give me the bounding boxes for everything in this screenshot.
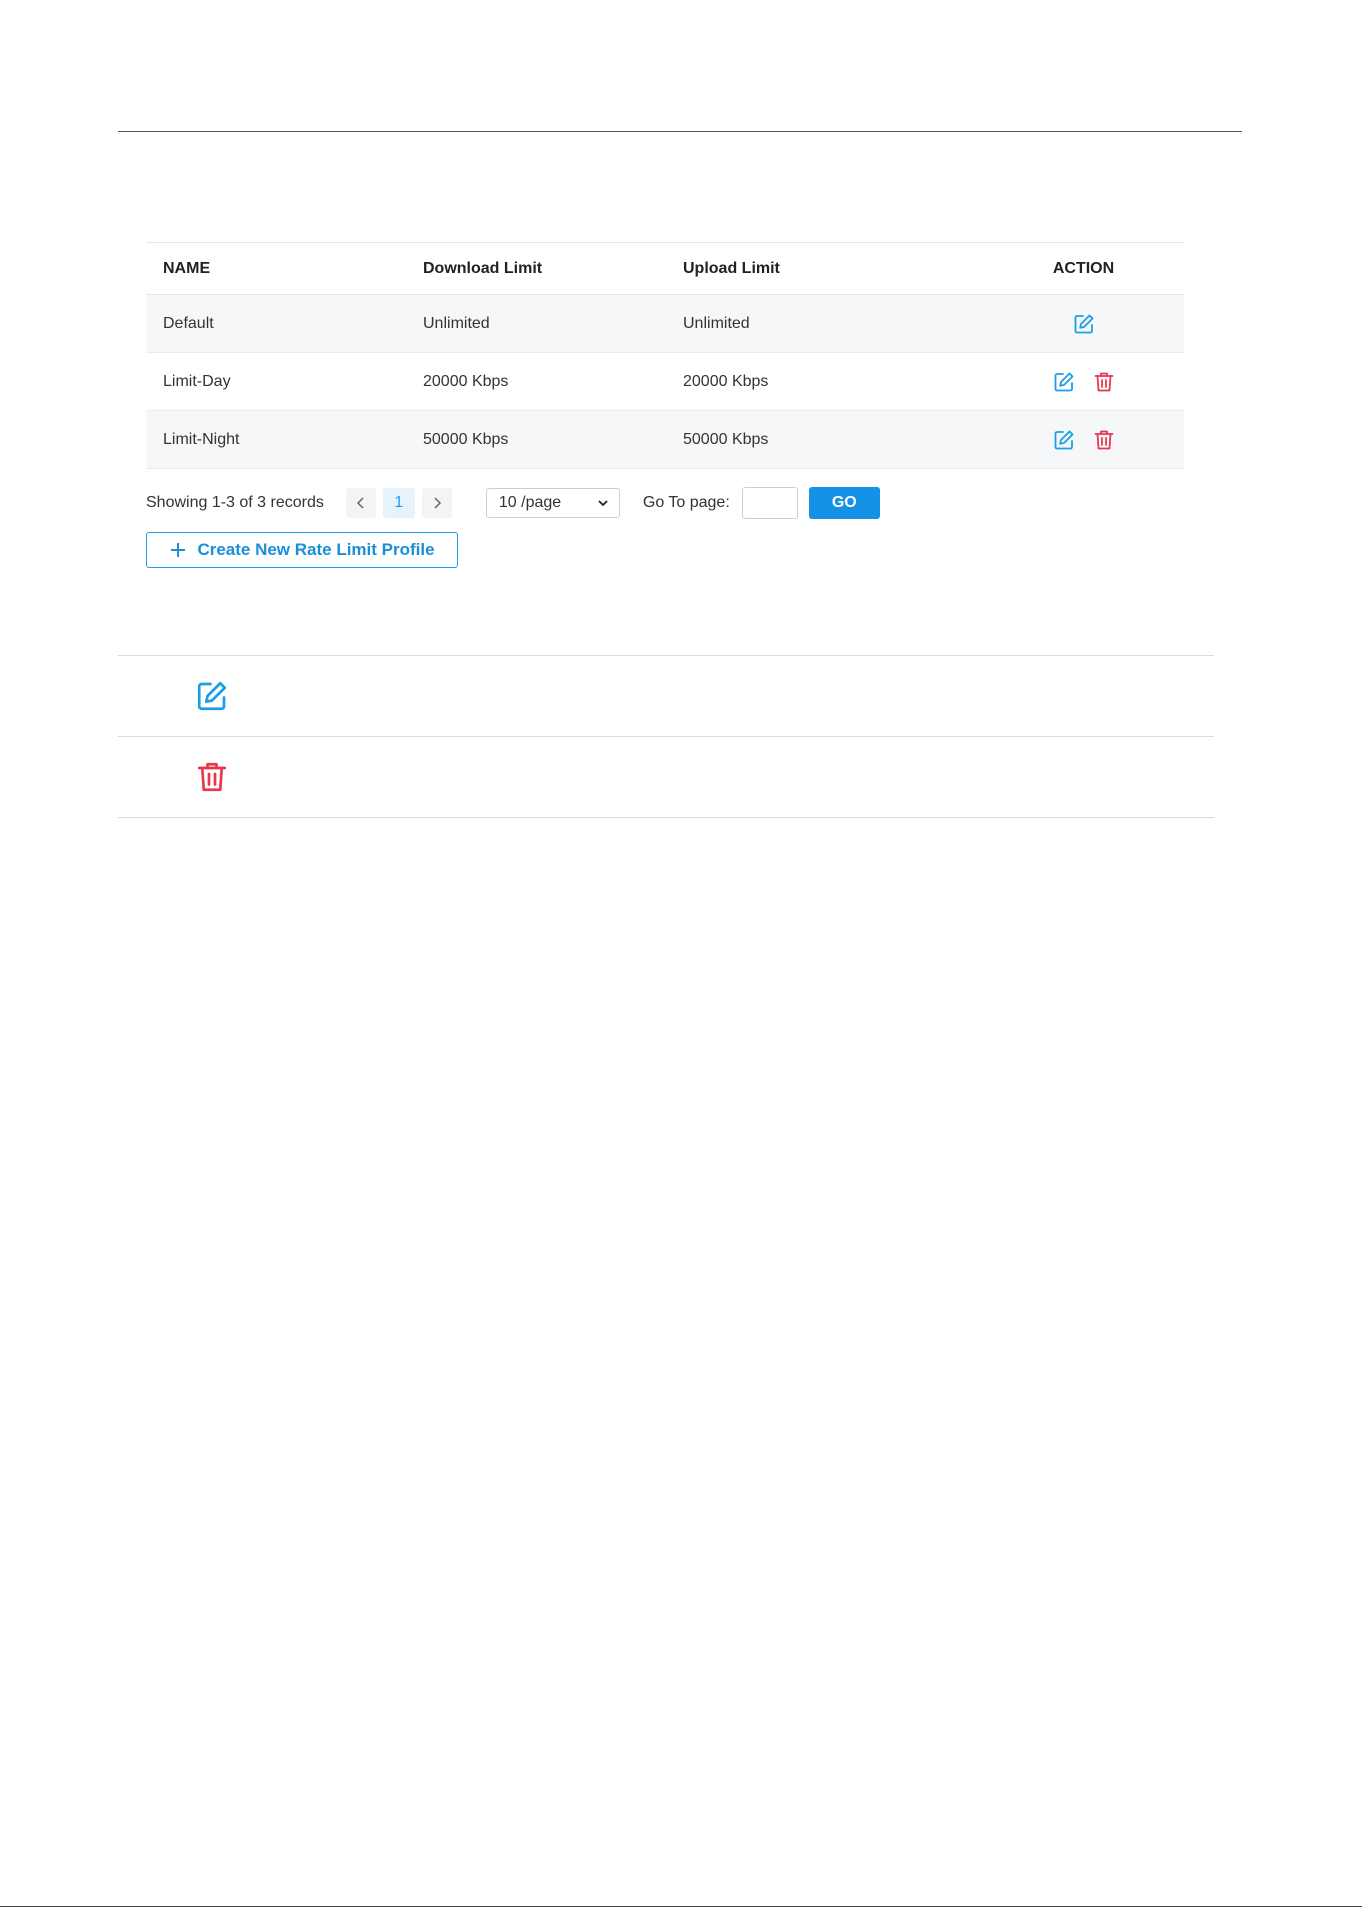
pagination: Showing 1-3 of 3 records 1 10 /page Go T… (146, 487, 880, 519)
icon-legend (118, 655, 1214, 818)
delete-icon[interactable] (1092, 428, 1116, 452)
top-divider (118, 131, 1242, 132)
goto-label: Go To page: (642, 494, 730, 511)
plus-icon (171, 543, 186, 557)
upload-limit: Unlimited (683, 314, 750, 332)
column-header-upload[interactable]: Upload Limit (683, 260, 983, 278)
prev-page-button[interactable] (345, 488, 376, 518)
profile-name: Limit-Night (163, 430, 240, 448)
next-page-button[interactable] (421, 488, 452, 518)
delete-icon (194, 759, 230, 795)
chevron-down-icon (598, 500, 608, 507)
page-number-button[interactable]: 1 (382, 488, 415, 518)
edit-icon[interactable] (1052, 428, 1076, 452)
footer-divider (0, 1906, 1362, 1907)
download-limit: Unlimited (423, 314, 490, 332)
legend-row-edit (118, 655, 1214, 736)
delete-icon[interactable] (1092, 370, 1116, 394)
table-row: Limit-Night 50000 Kbps 50000 Kbps (146, 411, 1184, 469)
profile-name: Limit-Day (163, 372, 231, 390)
edit-icon[interactable] (1052, 370, 1076, 394)
column-header-name[interactable]: NAME (146, 260, 423, 278)
chevron-right-icon (434, 497, 441, 509)
legend-row-delete (118, 736, 1214, 818)
create-profile-label: Create New Rate Limit Profile (197, 540, 435, 559)
download-limit: 50000 Kbps (423, 430, 509, 448)
table-row: Limit-Day 20000 Kbps 20000 Kbps (146, 353, 1184, 411)
goto-page-input[interactable] (741, 487, 798, 519)
edit-icon[interactable] (1072, 312, 1096, 336)
row-actions (983, 428, 1184, 452)
edit-icon (194, 678, 230, 714)
chevron-left-icon (356, 497, 364, 509)
column-header-download[interactable]: Download Limit (423, 260, 683, 278)
profile-name: Default (163, 314, 214, 332)
page-size-select[interactable]: 10 /page (485, 488, 620, 518)
create-profile-button[interactable]: Create New Rate Limit Profile (146, 532, 458, 568)
records-summary: Showing 1-3 of 3 records (146, 494, 324, 511)
table-row: Default Unlimited Unlimited (146, 295, 1184, 353)
go-button[interactable]: GO (808, 487, 880, 519)
table-header: NAME Download Limit Upload Limit ACTION (146, 242, 1184, 295)
row-actions (983, 370, 1184, 394)
upload-limit: 20000 Kbps (683, 372, 769, 390)
column-header-action: ACTION (983, 260, 1184, 278)
download-limit: 20000 Kbps (423, 372, 509, 390)
upload-limit: 50000 Kbps (683, 430, 769, 448)
rate-limit-table: NAME Download Limit Upload Limit ACTION … (146, 242, 1184, 469)
row-actions (983, 312, 1184, 336)
column-header-action-label: ACTION (1052, 259, 1115, 277)
page-size-value: 10 /page (498, 494, 562, 511)
